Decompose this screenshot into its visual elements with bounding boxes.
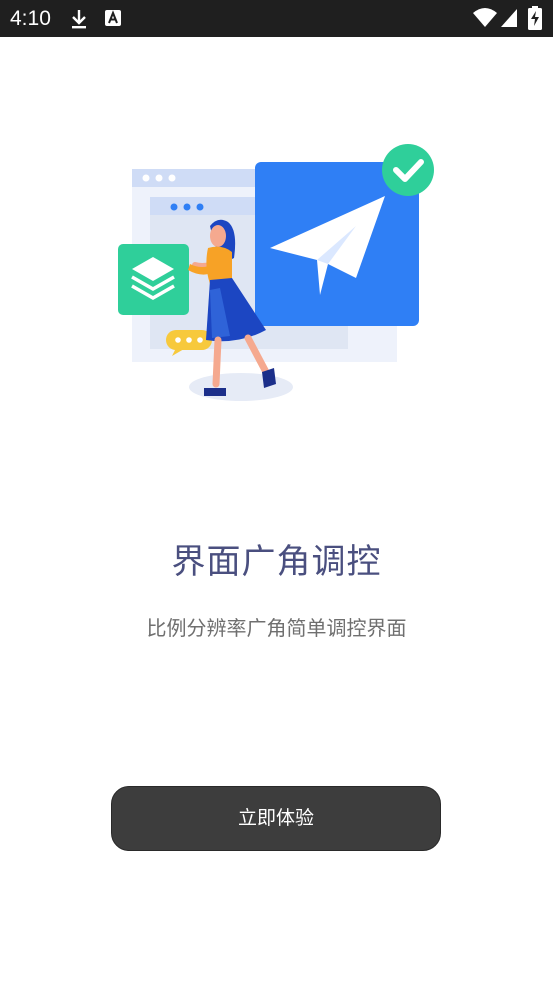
onboarding-screen: 4:10 界面广角调控 比例分辨率广角简单调控界面 立即体验: [0, 0, 553, 984]
onboarding-illustration: [110, 140, 440, 410]
battery-charging-icon: [528, 6, 542, 34]
try-now-button[interactable]: 立即体验: [111, 786, 441, 851]
download-icon: [70, 8, 88, 34]
status-time: 4:10: [10, 7, 51, 30]
page-subtitle: 比例分辨率广角简单调控界面: [146, 616, 407, 640]
wifi-icon: [472, 7, 498, 33]
page-title: 界面广角调控: [171, 542, 382, 582]
status-bar: 4:10: [0, 0, 553, 37]
cellular-signal-icon: [500, 8, 518, 32]
font-a-icon: [104, 9, 122, 31]
